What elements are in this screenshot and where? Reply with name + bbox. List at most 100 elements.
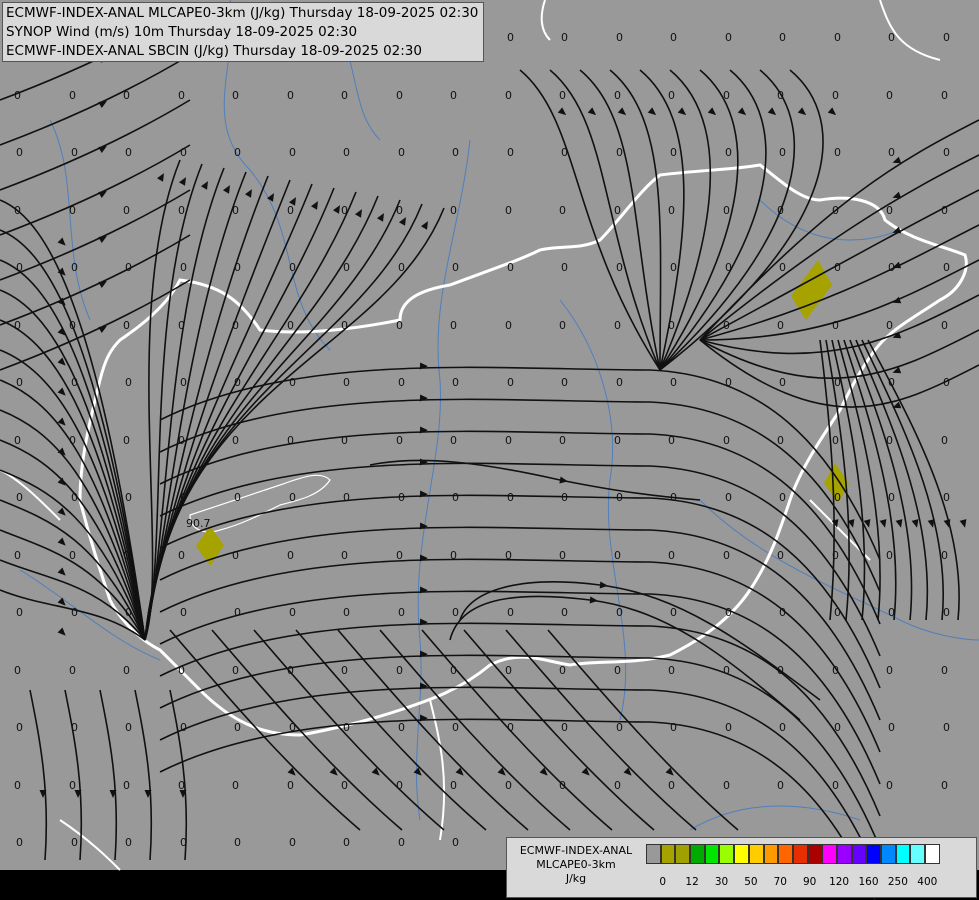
legend-swatch (851, 844, 867, 864)
sbcin-value: 0 (616, 261, 623, 274)
sbcin-value: 0 (723, 89, 730, 102)
sbcin-value: 0 (343, 261, 350, 274)
sbcin-value: 0 (614, 664, 621, 677)
sbcin-value: 0 (125, 606, 132, 619)
legend-title: ECMWF-INDEX-ANAL (519, 844, 633, 857)
sbcin-value: 0 (725, 721, 732, 734)
sbcin-value: 0 (287, 664, 294, 677)
sbcin-value: 0 (71, 376, 78, 389)
sbcin-value: 0 (561, 261, 568, 274)
sbcin-value: 0 (341, 434, 348, 447)
sbcin-value: 0 (832, 434, 839, 447)
legend-swatch (675, 844, 691, 864)
sbcin-value: 0 (943, 491, 950, 504)
legend-swatch (910, 844, 926, 864)
sbcin-value: 0 (234, 146, 241, 159)
sbcin-value: 0 (16, 376, 23, 389)
sbcin-value: 0 (886, 89, 893, 102)
sbcin-value: 0 (180, 606, 187, 619)
sbcin-value: 0 (505, 434, 512, 447)
sbcin-value: 0 (396, 89, 403, 102)
sbcin-value: 0 (779, 376, 786, 389)
sbcin-value: 0 (125, 836, 132, 849)
sbcin-value: 0 (943, 721, 950, 734)
sbcin-value: 0 (289, 261, 296, 274)
sbcin-value: 0 (341, 89, 348, 102)
sbcin-value: 0 (670, 261, 677, 274)
sbcin-value: 0 (561, 31, 568, 44)
legend-tick-label: 160 (858, 876, 879, 888)
legend-swatch (866, 844, 881, 864)
title-line-wind: SYNOP Wind (m/s) 10m Thursday 18-09-2025… (6, 24, 358, 40)
sbcin-value: 0 (668, 779, 675, 792)
sbcin-value: 0 (670, 146, 677, 159)
sbcin-value: 0 (886, 204, 893, 217)
sbcin-value: 0 (888, 491, 895, 504)
legend-swatch (646, 844, 661, 864)
sbcin-value: 0 (777, 319, 784, 332)
sbcin-value: 0 (287, 434, 294, 447)
sbcin-value: 0 (668, 319, 675, 332)
title-line-cin: ECMWF-INDEX-ANAL SBCIN (J/kg) Thursday 1… (6, 43, 422, 59)
legend-swatch (763, 844, 779, 864)
sbcin-value: 0 (888, 31, 895, 44)
sbcin-value: 0 (398, 491, 405, 504)
sbcin-value: 0 (777, 434, 784, 447)
sbcin-value: 0 (178, 664, 185, 677)
sbcin-value: 0 (559, 549, 566, 562)
sbcin-value: 0 (670, 376, 677, 389)
sbcin-value: 0 (723, 549, 730, 562)
sbcin-value: 0 (71, 721, 78, 734)
legend-swatch (925, 844, 940, 864)
sbcin-value: 0 (178, 779, 185, 792)
sbcin-value: 0 (943, 31, 950, 44)
legend-swatch (660, 844, 676, 864)
sbcin-value: 0 (123, 319, 130, 332)
sbcin-value: 0 (452, 836, 459, 849)
sbcin-value: 0 (668, 549, 675, 562)
legend-tick-label: 0 (659, 876, 667, 888)
sbcin-value: 0 (289, 836, 296, 849)
sbcin-value: 0 (234, 721, 241, 734)
sbcin-value: 0 (614, 204, 621, 217)
sbcin-value: 0 (725, 31, 732, 44)
sbcin-value: 0 (16, 491, 23, 504)
legend-ticks: 0 12 30 50 70 90 120 160 250 400 (646, 876, 976, 890)
sbcin-value: 0 (777, 204, 784, 217)
sbcin-value: 0 (398, 836, 405, 849)
sbcin-value: 0 (398, 376, 405, 389)
sbcin-value: 0 (16, 836, 23, 849)
sbcin-value: 0 (723, 779, 730, 792)
sbcin-value: 0 (832, 549, 839, 562)
sbcin-value: 0 (505, 549, 512, 562)
sbcin-value: 0 (723, 664, 730, 677)
legend-swatch (704, 844, 720, 864)
legend-swatch (690, 844, 705, 864)
sbcin-value: 0 (834, 31, 841, 44)
sbcin-value: 0 (559, 204, 566, 217)
sbcin-value: 0 (289, 721, 296, 734)
legend-tick-label: 12 (685, 876, 699, 888)
sbcin-value: 0 (69, 779, 76, 792)
sbcin-value: 0 (670, 721, 677, 734)
sbcin-value: 0 (71, 261, 78, 274)
sbcin-value: 0 (125, 261, 132, 274)
sbcin-value: 0 (398, 261, 405, 274)
sbcin-value: 0 (71, 836, 78, 849)
sbcin-value: 0 (616, 606, 623, 619)
map-title-box: ECMWF-INDEX-ANAL MLCAPE0-3km (J/kg) Thur… (2, 2, 484, 62)
sbcin-value: 0 (943, 376, 950, 389)
sbcin-value: 0 (450, 434, 457, 447)
sbcin-value: 0 (561, 376, 568, 389)
sbcin-value: 0 (343, 606, 350, 619)
sbcin-value: 0 (287, 549, 294, 562)
sbcin-value: 0 (289, 491, 296, 504)
sbcin-value: 0 (505, 319, 512, 332)
sbcin-value: 0 (886, 434, 893, 447)
sbcin-value: 0 (232, 664, 239, 677)
sbcin-value: 0 (69, 434, 76, 447)
sbcin-value: 0 (341, 664, 348, 677)
sbcin-value: 0 (396, 204, 403, 217)
sbcin-value: 0 (16, 606, 23, 619)
sbcin-value: 0 (886, 549, 893, 562)
